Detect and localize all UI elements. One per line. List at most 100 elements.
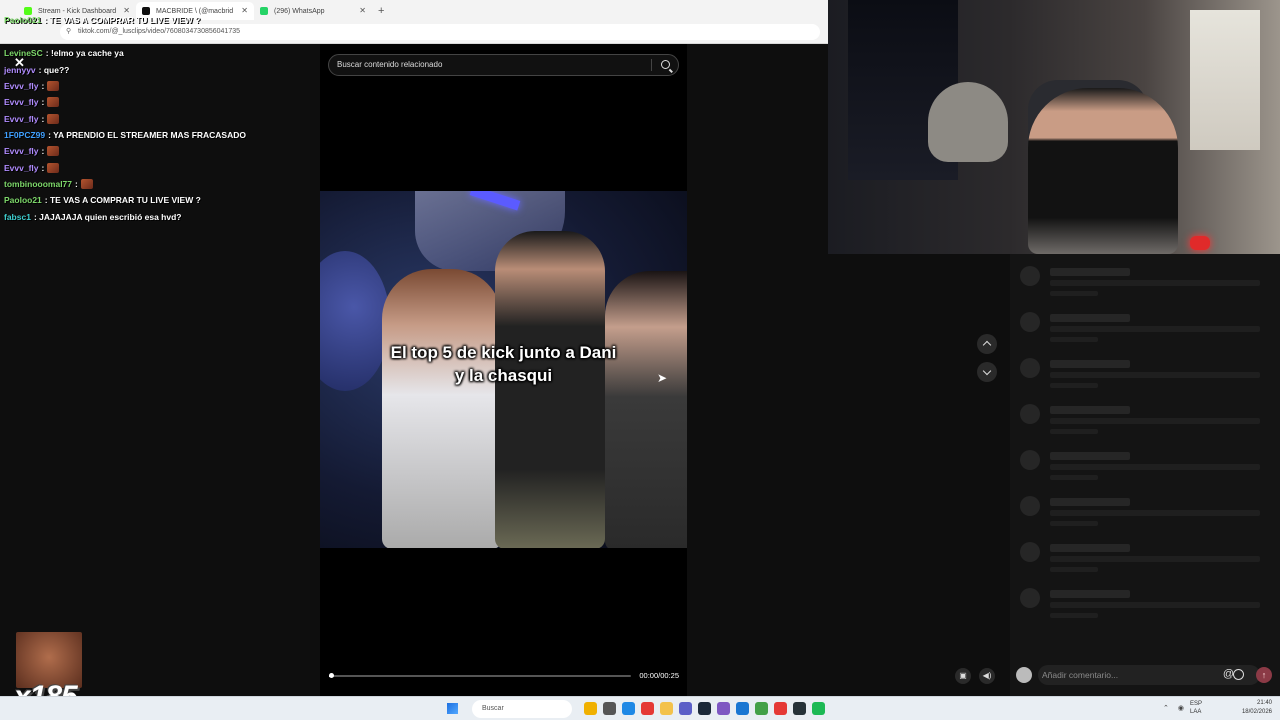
comment-placeholder: Añadir comentario... bbox=[1042, 670, 1119, 680]
chat-username[interactable]: Paolo021 bbox=[4, 15, 41, 25]
clock[interactable]: 21:40 18/02/2026 bbox=[1242, 699, 1272, 717]
taskbar-search-label: Buscar bbox=[482, 705, 504, 712]
chat-message: 1F0PCZ99: YA PRENDIO EL STREAMER MAS FRA… bbox=[4, 130, 246, 140]
skeleton-bar bbox=[1050, 406, 1130, 414]
chat-username[interactable]: Evvv_fly bbox=[4, 146, 39, 156]
new-tab-button[interactable]: + bbox=[378, 2, 384, 20]
teams-icon[interactable] bbox=[679, 702, 692, 715]
taskbar: Buscar ⌃ ◉ ESP LAA 21:40 18/02/2026 bbox=[0, 696, 1280, 720]
chrome-icon[interactable] bbox=[641, 702, 654, 715]
chat-message: Evvv_fly: bbox=[4, 163, 60, 173]
chat-emote-icon bbox=[47, 97, 60, 107]
webcam-shelf bbox=[1190, 10, 1260, 150]
chat-emote-icon bbox=[47, 81, 60, 91]
skeleton-bar bbox=[1050, 556, 1260, 562]
comment-skeleton bbox=[1020, 312, 1270, 352]
chat-username[interactable]: tombinooomal77 bbox=[4, 179, 72, 189]
mouse-cursor-icon: ➤ bbox=[657, 371, 668, 385]
close-icon[interactable]: ✕ bbox=[14, 55, 25, 71]
skeleton-bar bbox=[1020, 542, 1040, 562]
skeleton-bar bbox=[1020, 358, 1040, 378]
edge-icon[interactable] bbox=[622, 702, 635, 715]
spotify-icon[interactable] bbox=[812, 702, 825, 715]
chat-text: : que?? bbox=[38, 65, 70, 75]
previous-video-button[interactable] bbox=[977, 334, 997, 354]
chat-text: : TE VAS A COMPRAR TU LIVE VIEW ? bbox=[44, 195, 201, 205]
skeleton-bar bbox=[1050, 280, 1260, 286]
chat-username[interactable]: 1F0PCZ99 bbox=[4, 130, 45, 140]
chat-text: : bbox=[41, 97, 45, 107]
chat-text: : bbox=[75, 179, 78, 189]
dark-app-icon[interactable] bbox=[793, 702, 806, 715]
skeleton-bar bbox=[1050, 326, 1260, 332]
pip-icon[interactable]: ▣ bbox=[955, 668, 971, 684]
files-icon[interactable] bbox=[603, 702, 616, 715]
chat-text: : !elmo ya cache ya bbox=[45, 48, 124, 58]
send-button[interactable]: ↑ bbox=[1256, 667, 1272, 683]
caption-line-1: El top 5 de kick junto a Dani bbox=[390, 343, 617, 362]
chevron-up-icon[interactable]: ⌃ bbox=[1163, 704, 1169, 712]
chat-overlay: Paolo021: TE VAS A COMPRAR TU LIVE VIEW … bbox=[0, 0, 320, 250]
store-icon[interactable] bbox=[736, 702, 749, 715]
chat-message: fabsc1: JAJAJAJA quien escribió esa hvd? bbox=[4, 212, 181, 222]
chat-username[interactable]: Evvv_fly bbox=[4, 97, 39, 107]
app-icon[interactable] bbox=[717, 702, 730, 715]
search-divider bbox=[651, 59, 652, 71]
taskbar-search[interactable]: Buscar bbox=[472, 700, 572, 718]
comment-skeleton bbox=[1020, 588, 1270, 628]
webcam-armchair bbox=[928, 82, 1008, 162]
network-icon[interactable]: ◉ bbox=[1178, 704, 1184, 712]
chat-username[interactable]: Evvv_fly bbox=[4, 163, 39, 173]
skeleton-bar bbox=[1050, 337, 1098, 342]
chat-username[interactable]: Evvv_fly bbox=[4, 81, 39, 91]
skeleton-bar bbox=[1050, 418, 1260, 424]
comment-skeleton bbox=[1020, 358, 1270, 398]
person-left bbox=[382, 269, 502, 548]
video-time: 00:00/00:25 bbox=[639, 671, 679, 680]
progress-bar[interactable] bbox=[329, 675, 631, 677]
chat-emote-icon bbox=[47, 163, 60, 173]
comment-skeleton bbox=[1020, 404, 1270, 444]
chat-emote-icon bbox=[80, 179, 93, 189]
steam-icon[interactable] bbox=[698, 702, 711, 715]
skeleton-bar bbox=[1020, 496, 1040, 516]
skeleton-bar bbox=[1020, 450, 1040, 470]
recorder-icon[interactable] bbox=[755, 702, 768, 715]
lang-line-1: ESP bbox=[1189, 701, 1202, 707]
red-app-icon[interactable] bbox=[774, 702, 787, 715]
video-frame[interactable]: El top 5 de kick junto a Dani y la chasq… bbox=[320, 191, 687, 548]
skeleton-bar bbox=[1050, 291, 1098, 296]
player-controls: ▣ ◀) bbox=[955, 668, 997, 684]
chat-emote-icon bbox=[47, 146, 60, 156]
tab-close-icon[interactable]: ✕ bbox=[359, 6, 366, 15]
webcam-red-light bbox=[1190, 236, 1210, 250]
emoji-icon[interactable] bbox=[1233, 669, 1244, 680]
skeleton-bar bbox=[1020, 588, 1040, 608]
skeleton-bar bbox=[1050, 372, 1260, 378]
start-button[interactable] bbox=[447, 703, 458, 714]
volume-icon[interactable]: ◀) bbox=[979, 668, 995, 684]
chat-text: : bbox=[41, 146, 45, 156]
person-center bbox=[495, 231, 605, 548]
chat-text: : bbox=[41, 163, 45, 173]
comments-panel bbox=[1010, 254, 1280, 696]
related-search-input[interactable]: Buscar contenido relacionado bbox=[328, 54, 679, 76]
folder-icon[interactable] bbox=[660, 702, 673, 715]
chat-username[interactable]: Paoloo21 bbox=[4, 195, 42, 205]
progress-handle[interactable] bbox=[329, 673, 334, 678]
next-video-button[interactable] bbox=[977, 362, 997, 382]
chat-text: : TE VAS A COMPRAR TU LIVE VIEW ? bbox=[44, 15, 201, 25]
webcam-feed bbox=[828, 0, 1280, 254]
chat-username[interactable]: Evvv_fly bbox=[4, 114, 39, 124]
video-caption: El top 5 de kick junto a Dani y la chasq… bbox=[320, 341, 687, 387]
person-right bbox=[605, 271, 687, 548]
language-indicator[interactable]: ESP LAA bbox=[1190, 700, 1202, 716]
chat-username[interactable]: fabsc1 bbox=[4, 212, 31, 222]
comment-skeleton bbox=[1020, 496, 1270, 536]
video-nav bbox=[977, 334, 999, 390]
skeleton-bar bbox=[1050, 314, 1130, 322]
chat-text: : bbox=[41, 81, 45, 91]
search-icon[interactable] bbox=[661, 60, 670, 69]
chat-message: Evvv_fly: bbox=[4, 97, 60, 107]
sun-icon[interactable] bbox=[584, 702, 597, 715]
